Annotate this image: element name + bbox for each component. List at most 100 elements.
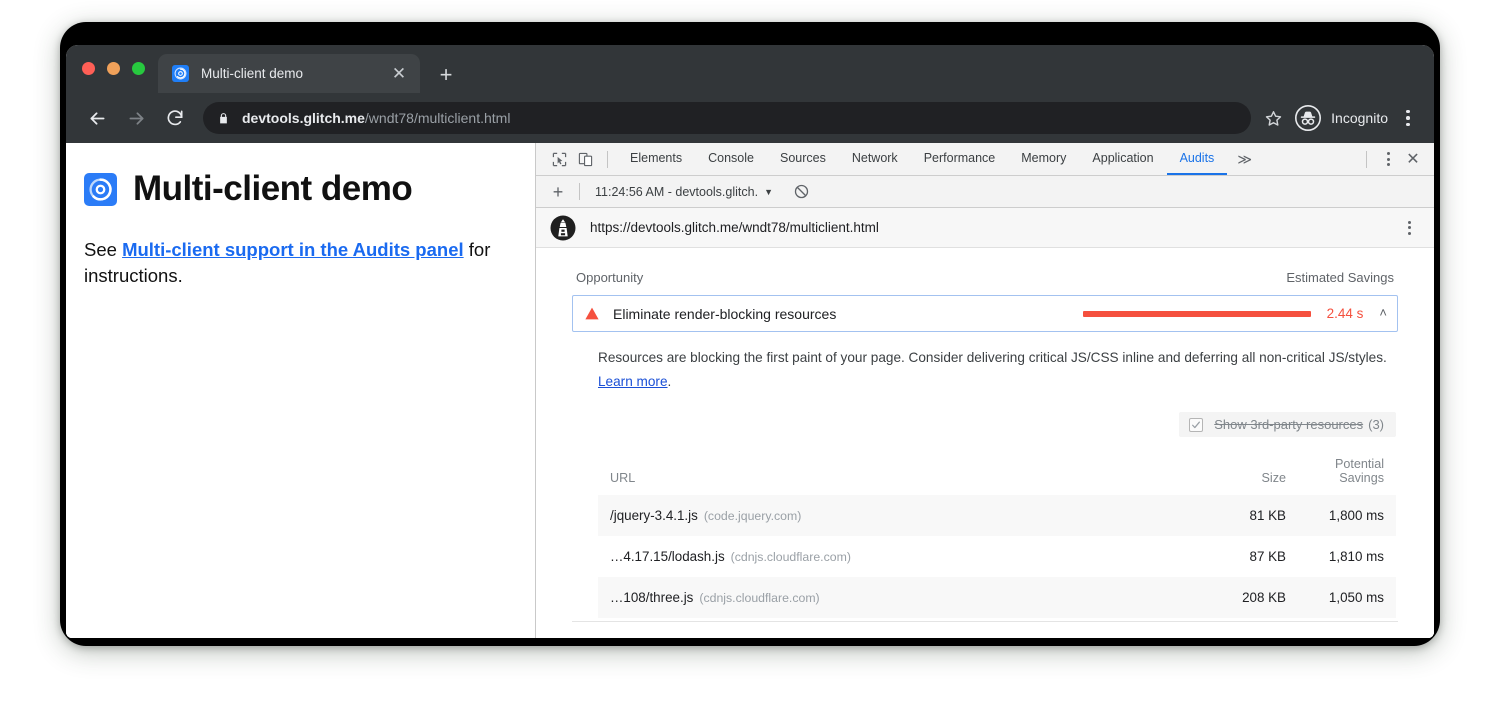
url-text: devtools.glitch.me/wndt78/multiclient.ht… bbox=[242, 110, 510, 126]
tab-favicon-icon bbox=[172, 65, 189, 82]
tab-audits[interactable]: Audits bbox=[1167, 143, 1228, 175]
row-savings: 1,800 ms bbox=[1298, 495, 1396, 536]
page-title: Multi-client demo bbox=[133, 169, 412, 209]
row-size: 87 KB bbox=[1206, 536, 1298, 577]
audit-report-body: Opportunity Estimated Savings Eliminate … bbox=[536, 248, 1434, 638]
tab-sources[interactable]: Sources bbox=[767, 143, 839, 175]
audits-docs-link[interactable]: Multi-client support in the Audits panel bbox=[122, 239, 464, 260]
tab-performance[interactable]: Performance bbox=[911, 143, 1009, 175]
reload-icon[interactable] bbox=[160, 103, 190, 133]
browser-tab[interactable]: Multi-client demo ✕ bbox=[158, 54, 420, 93]
row-url: …4.17.15/lodash.js bbox=[610, 549, 725, 564]
window-traffic-lights bbox=[82, 62, 145, 75]
more-tabs-button[interactable]: ≫ bbox=[1227, 143, 1262, 175]
blocking-resources-table: URL Size Potential Savings /jquery-3.4.1… bbox=[598, 451, 1396, 618]
forward-arrow-icon[interactable] bbox=[121, 103, 151, 133]
row-size: 208 KB bbox=[1206, 577, 1298, 618]
devtools-tabbar: Elements Console Sources Network Perform… bbox=[536, 143, 1434, 176]
opportunity-table-header: Opportunity Estimated Savings bbox=[572, 270, 1398, 295]
browser-window: Multi-client demo ✕ + bbox=[66, 45, 1434, 638]
table-row[interactable]: /jquery-3.4.1.js(code.jquery.com) 81 KB … bbox=[598, 495, 1396, 536]
devtools-toolbar-right: ✕ bbox=[1357, 146, 1426, 172]
column-header-url: URL bbox=[598, 451, 1206, 495]
address-bar[interactable]: devtools.glitch.me/wndt78/multiclient.ht… bbox=[203, 102, 1251, 134]
opportunity-detail: Resources are blocking the first paint o… bbox=[572, 332, 1398, 618]
row-savings: 1,050 ms bbox=[1298, 577, 1396, 618]
new-tab-button[interactable]: + bbox=[434, 63, 458, 87]
browser-toolbar: devtools.glitch.me/wndt78/multiclient.ht… bbox=[66, 93, 1434, 143]
maximize-window-button[interactable] bbox=[132, 62, 145, 75]
page-viewport: Multi-client demo See Multi-client suppo… bbox=[66, 143, 536, 638]
opportunity-row-render-blocking[interactable]: Eliminate render-blocking resources 2.44… bbox=[572, 295, 1398, 332]
minimize-window-button[interactable] bbox=[107, 62, 120, 75]
report-url-text: https://devtools.glitch.me/wndt78/multic… bbox=[590, 220, 1398, 235]
opportunity-title: Eliminate render-blocking resources bbox=[613, 306, 836, 322]
bookmark-star-icon[interactable] bbox=[1259, 104, 1287, 132]
row-url-cell: /jquery-3.4.1.js (code.jquery.com) bbox=[598, 495, 1206, 536]
browser-menu-kebab-icon[interactable] bbox=[1396, 104, 1420, 132]
row-size: 81 KB bbox=[1206, 495, 1298, 536]
inspect-element-icon[interactable] bbox=[546, 146, 572, 172]
row-url: …108/three.js bbox=[610, 590, 693, 605]
row-savings: 1,810 ms bbox=[1298, 536, 1396, 577]
show-thirdparty-resources-toggle[interactable]: Show 3rd-party resources (3) bbox=[1179, 412, 1396, 437]
savings-header-line-2: Savings bbox=[1339, 471, 1384, 485]
audits-toolbar-divider bbox=[579, 183, 580, 200]
chevron-up-icon[interactable]: ˄ bbox=[1379, 305, 1387, 320]
incognito-label: Incognito bbox=[1331, 110, 1388, 126]
content-area: Multi-client demo See Multi-client suppo… bbox=[66, 143, 1434, 638]
clear-audits-icon[interactable] bbox=[791, 181, 813, 203]
savings-bar bbox=[1083, 311, 1311, 317]
row-url: /jquery-3.4.1.js bbox=[610, 508, 698, 523]
devtools-logo-icon bbox=[84, 173, 117, 206]
incognito-icon bbox=[1295, 105, 1321, 131]
report-url-bar: https://devtools.glitch.me/wndt78/multic… bbox=[536, 208, 1434, 248]
table-row[interactable]: …4.17.15/lodash.js (cdnjs.cloudflare.com)… bbox=[598, 536, 1396, 577]
toolbar-divider bbox=[607, 151, 608, 168]
lighthouse-logo-icon bbox=[550, 215, 576, 241]
incognito-profile-button[interactable]: Incognito bbox=[1295, 105, 1388, 131]
table-row[interactable]: …108/three.js (cdnjs.cloudflare.com) 208 … bbox=[598, 577, 1396, 618]
back-arrow-icon[interactable] bbox=[82, 103, 112, 133]
audit-report-select[interactable]: 11:24:56 AM - devtools.glitch. ▼ bbox=[595, 185, 773, 199]
savings-value: 2.44 s bbox=[1327, 306, 1364, 321]
toolbar-divider-right bbox=[1366, 151, 1367, 168]
tab-console[interactable]: Console bbox=[695, 143, 767, 175]
close-window-button[interactable] bbox=[82, 62, 95, 75]
row-origin: (cdnjs.cloudflare.com) bbox=[699, 591, 819, 605]
page-heading: Multi-client demo bbox=[84, 169, 505, 209]
report-menu-kebab-icon[interactable] bbox=[1398, 216, 1420, 240]
row-url-cell: …108/three.js (cdnjs.cloudflare.com) bbox=[598, 577, 1206, 618]
tab-application[interactable]: Application bbox=[1079, 143, 1166, 175]
chevron-down-icon: ▼ bbox=[764, 187, 773, 197]
description-period: . bbox=[668, 374, 672, 389]
learn-more-link[interactable]: Learn more bbox=[598, 374, 668, 389]
url-path: /wndt78/multiclient.html bbox=[365, 110, 511, 126]
description-text: Resources are blocking the first paint o… bbox=[598, 350, 1387, 365]
row-origin: (cdnjs.cloudflare.com) bbox=[731, 550, 851, 564]
thirdparty-checkbox[interactable] bbox=[1189, 418, 1203, 432]
opportunity-description: Resources are blocking the first paint o… bbox=[598, 346, 1393, 394]
tab-elements[interactable]: Elements bbox=[617, 143, 695, 175]
page-instructions: See Multi-client support in the Audits p… bbox=[84, 237, 505, 290]
thirdparty-label: Show 3rd-party resources bbox=[1214, 417, 1363, 432]
device-toolbar-icon[interactable] bbox=[572, 146, 598, 172]
devtools-menu-kebab-icon[interactable] bbox=[1376, 147, 1400, 171]
row-origin: (code.jquery.com) bbox=[704, 509, 802, 523]
devtools-close-icon[interactable]: ✕ bbox=[1400, 146, 1426, 172]
row-url-cell: …4.17.15/lodash.js (cdnjs.cloudflare.com) bbox=[598, 536, 1206, 577]
audits-toolbar: + 11:24:56 AM - devtools.glitch. ▼ bbox=[536, 176, 1434, 208]
audit-report-select-label: 11:24:56 AM - devtools.glitch. bbox=[595, 185, 758, 199]
browser-tab-strip: Multi-client demo ✕ + bbox=[66, 45, 1434, 93]
tab-close-icon[interactable]: ✕ bbox=[388, 63, 410, 85]
savings-header-line-1: Potential bbox=[1335, 457, 1384, 471]
thirdparty-filter-row: Show 3rd-party resources (3) bbox=[598, 412, 1396, 437]
thirdparty-count: (3) bbox=[1368, 417, 1384, 432]
tab-network[interactable]: Network bbox=[839, 143, 911, 175]
new-audit-button[interactable]: + bbox=[546, 180, 570, 204]
instructions-prefix: See bbox=[84, 239, 122, 260]
tab-memory[interactable]: Memory bbox=[1008, 143, 1079, 175]
devtools-panel: Elements Console Sources Network Perform… bbox=[536, 143, 1434, 638]
table-head: URL Size Potential Savings bbox=[598, 451, 1396, 495]
lock-icon bbox=[217, 112, 230, 125]
